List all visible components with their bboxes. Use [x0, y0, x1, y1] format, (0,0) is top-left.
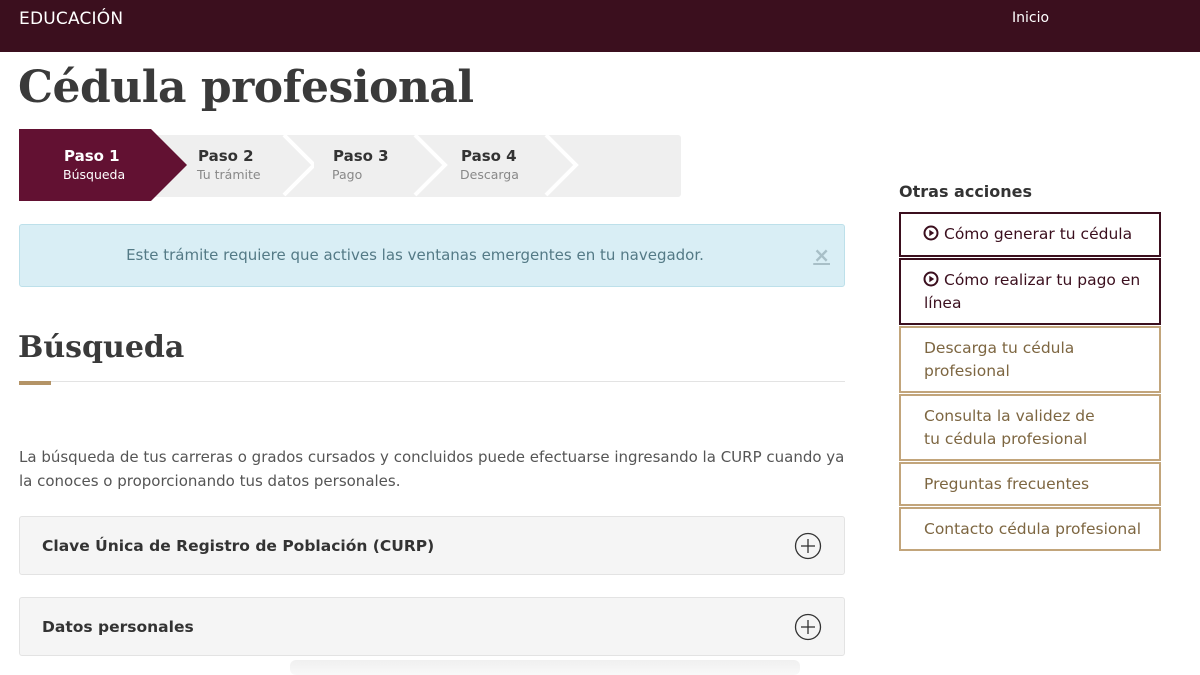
step-4-chevron — [544, 133, 579, 197]
link-preguntas-frecuentes-label: Preguntas frecuentes — [924, 475, 1090, 493]
step-1-title: Paso 1 — [64, 147, 120, 165]
top-navbar: EDUCACIÓN Inicio — [0, 0, 1200, 52]
nav-link-inicio[interactable]: Inicio — [1012, 10, 1049, 26]
accordion-curp-label: Clave Única de Registro de Población (CU… — [42, 537, 435, 555]
accordion-datos-personales-label: Datos personales — [42, 618, 194, 636]
accordion-datos-personales[interactable]: Datos personales — [19, 597, 845, 656]
link-contacto-cedula[interactable]: Contacto cédula profesional — [899, 507, 1161, 551]
link-como-generar-cedula[interactable]: Cómo generar tu cédula — [899, 212, 1161, 257]
play-circle-icon — [923, 225, 939, 241]
step-4-subtitle: Descarga — [460, 167, 519, 182]
alert-close-icon[interactable]: × — [813, 243, 830, 267]
section-accent-bar — [19, 381, 51, 385]
plus-circle-icon[interactable] — [794, 613, 822, 641]
step-4: Paso 4 Descarga — [416, 129, 586, 201]
search-intro-text: La búsqueda de tus carreras o grados cur… — [19, 448, 845, 490]
link-consulta-validez[interactable]: Consulta la validez de tu cédula profesi… — [899, 394, 1161, 461]
submit-area-shadow — [290, 660, 800, 675]
section-title: Búsqueda — [18, 330, 185, 365]
link-preguntas-frecuentes[interactable]: Preguntas frecuentes — [899, 462, 1161, 506]
step-2-title: Paso 2 — [198, 147, 254, 165]
accordion-curp[interactable]: Clave Única de Registro de Población (CU… — [19, 516, 845, 575]
step-2-subtitle: Tu trámite — [197, 167, 261, 182]
step-progress: Paso 1 Búsqueda Paso 2 Tu trámite Paso 3… — [19, 129, 681, 201]
link-como-generar-cedula-label: Cómo generar tu cédula — [944, 225, 1133, 243]
aside-title: Otras acciones — [899, 182, 1033, 201]
plus-circle-icon[interactable] — [794, 532, 822, 560]
link-contacto-cedula-label: Contacto cédula profesional — [924, 520, 1142, 538]
link-como-realizar-pago-label: Cómo realizar tu pago en línea — [924, 271, 1141, 312]
section-divider — [19, 381, 845, 382]
link-descarga-cedula-label: Descarga tu cédula profesional — [924, 339, 1075, 380]
step-3-title: Paso 3 — [333, 147, 389, 165]
step-1-subtitle: Búsqueda — [63, 167, 126, 182]
step-4-title: Paso 4 — [461, 147, 517, 165]
alert-message: Este trámite requiere que actives las ve… — [126, 246, 704, 264]
step-3-subtitle: Pago — [332, 167, 363, 182]
link-consulta-validez-label: Consulta la validez de tu cédula profesi… — [924, 407, 1095, 448]
popup-alert: Este trámite requiere que actives las ve… — [19, 224, 845, 287]
brand-link[interactable]: EDUCACIÓN — [19, 9, 123, 29]
page-title: Cédula profesional — [18, 62, 474, 113]
link-descarga-cedula[interactable]: Descarga tu cédula profesional — [899, 326, 1161, 393]
link-como-realizar-pago[interactable]: Cómo realizar tu pago en línea — [899, 258, 1161, 325]
